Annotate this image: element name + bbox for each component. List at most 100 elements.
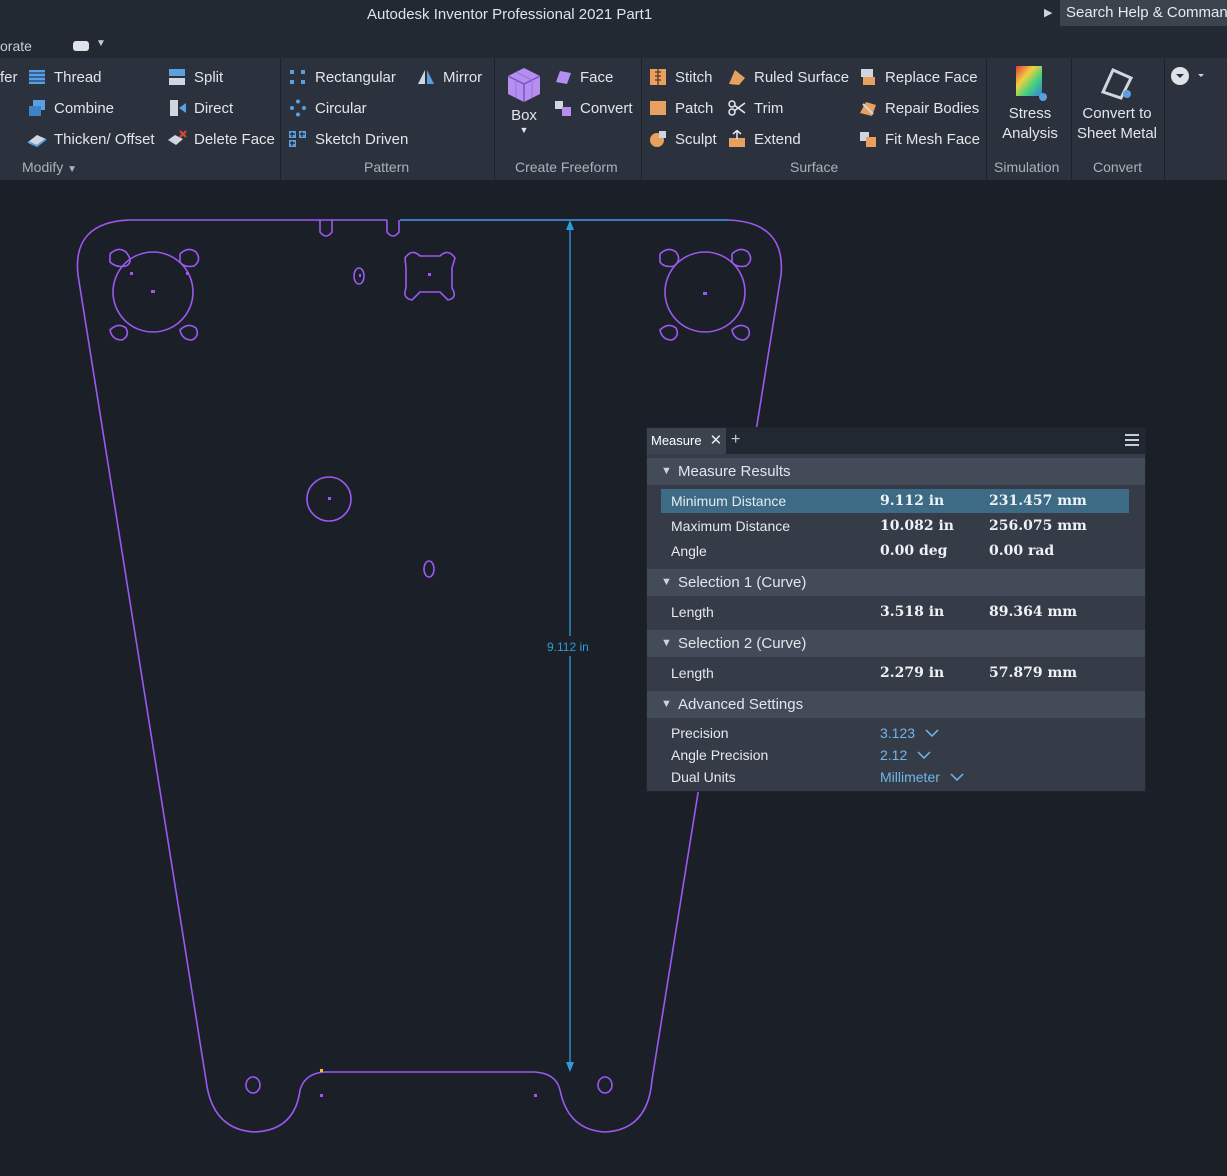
row-label: Length [671, 665, 714, 681]
convert-label-line2: Sheet Metal [1076, 125, 1158, 142]
convert-to-sheet-metal-button[interactable]: Convert to Sheet Metal [1076, 64, 1158, 144]
precision-dropdown[interactable]: 3.123 [880, 722, 939, 744]
maximum-distance-row[interactable]: Maximum Distance 10.082 in 256.075 mm [661, 514, 1129, 538]
fit-mesh-face-label: Fit Mesh Face [885, 130, 981, 148]
face-label: Face [580, 68, 614, 86]
chevron-down-icon [917, 751, 931, 759]
sketch-driven-pattern-icon [289, 131, 306, 147]
measure-results-section[interactable]: ▼ Measure Results [647, 458, 1145, 485]
value-mm: 89.364 mm [989, 604, 1078, 620]
sculpt-icon [650, 131, 666, 147]
mirror-button[interactable]: Mirror [416, 66, 482, 88]
selection-1-section[interactable]: ▼ Selection 1 (Curve) [647, 569, 1145, 596]
tab-measure[interactable]: Measure ✕ [647, 428, 727, 454]
minimum-distance-row[interactable]: Minimum Distance 9.112 in 231.457 mm [661, 489, 1129, 513]
trim-button[interactable]: Trim [727, 97, 783, 119]
box-icon [507, 68, 541, 102]
rectangular-pattern-button[interactable]: Rectangular [288, 66, 396, 88]
row-label: Angle Precision [671, 747, 769, 763]
thicken-icon [27, 135, 47, 148]
circular-label: Circular [315, 99, 367, 117]
collapse-triangle-icon: ▼ [661, 465, 672, 477]
advanced-settings-section[interactable]: ▼ Advanced Settings [647, 691, 1145, 718]
convert-icon [555, 101, 571, 116]
value-inches: 9.112 in [880, 493, 945, 509]
selection-2-length-row[interactable]: Length 2.279 in 57.879 mm [661, 661, 1129, 685]
dual-units-dropdown[interactable]: Millimeter [880, 766, 964, 788]
section-title: Selection 2 (Curve) [678, 635, 807, 652]
thicken-label: Thicken/ Offset [54, 130, 155, 148]
row-label: Maximum Distance [671, 518, 791, 534]
convert-label-line1: Convert to [1082, 105, 1152, 122]
chevron-down-icon[interactable]: ▼ [96, 38, 106, 49]
dimension-arrow-bottom [566, 1062, 574, 1072]
stitch-label: Stitch [675, 68, 713, 86]
measure-panel: Measure ✕ + ▼ Measure Results Minimum Di… [646, 427, 1146, 792]
direct-button[interactable]: Direct [167, 97, 233, 119]
split-label: Split [194, 68, 224, 86]
measure-tab-bar: Measure ✕ + [647, 428, 1145, 454]
section-title: Advanced Settings [678, 696, 804, 713]
dimension-label: 9.112 in [547, 640, 589, 654]
replace-face-label: Replace Face [885, 68, 978, 86]
ribbon-options-button[interactable] [1170, 66, 1210, 91]
thicken-offset-button[interactable]: Thicken/ Offset [27, 128, 155, 150]
selection-1-length-row[interactable]: Length 3.518 in 89.364 mm [661, 600, 1129, 624]
stitch-button[interactable]: Stitch [648, 66, 713, 88]
box-button[interactable]: Box ▼ [502, 64, 546, 135]
thread-label: Thread [54, 68, 102, 86]
stitch-icon [650, 69, 666, 85]
patch-button[interactable]: Patch [648, 97, 713, 119]
hamburger-menu-icon[interactable] [1125, 434, 1139, 449]
cloud-icon[interactable] [73, 41, 89, 51]
mirror-label: Mirror [443, 68, 483, 86]
ribbon-tab-row: orate ▼ [0, 30, 1227, 58]
delete-face-button[interactable]: Delete Face [167, 128, 275, 150]
box-label: Box [511, 107, 537, 124]
stress-analysis-icon [1016, 66, 1047, 101]
ruled-surface-button[interactable]: Ruled Surface [727, 66, 849, 88]
ribbon: fer Thread Combine Thicken/ Offset Split… [0, 58, 1227, 181]
thread-button[interactable]: Thread [27, 66, 102, 88]
convert-freeform-button[interactable]: Convert [553, 97, 633, 119]
delete-face-label: Delete Face [194, 130, 275, 148]
trim-label: Trim [754, 99, 784, 117]
angle-precision-dropdown[interactable]: 2.12 [880, 744, 931, 766]
extend-button[interactable]: Extend [727, 128, 801, 150]
convert-panel-label: Convert [1093, 159, 1143, 175]
modify-panel-label[interactable]: Modify ▼ [22, 159, 77, 175]
close-icon[interactable]: ✕ [710, 428, 723, 454]
combine-button[interactable]: Combine [27, 97, 114, 119]
search-input[interactable]: Search Help & Commands... [1060, 0, 1227, 26]
tab-collaborate[interactable]: orate [0, 38, 32, 54]
stress-analysis-button[interactable]: Stress Analysis [994, 64, 1066, 144]
sketch-points [130, 272, 707, 1097]
rectangular-label: Rectangular [315, 68, 396, 86]
value-inches: 10.082 in [880, 518, 954, 534]
sketch-driven-label: Sketch Driven [315, 130, 409, 148]
fit-mesh-face-button[interactable]: Fit Mesh Face [858, 128, 980, 150]
sculpt-button[interactable]: Sculpt [648, 128, 717, 150]
stress-label-line2: Analysis [1002, 125, 1058, 142]
selection-2-section[interactable]: ▼ Selection 2 (Curve) [647, 630, 1145, 657]
sketch-driven-pattern-button[interactable]: Sketch Driven [288, 128, 408, 150]
partial-label: fer [0, 68, 18, 86]
repair-bodies-button[interactable]: Repair Bodies [858, 97, 979, 119]
replace-face-button[interactable]: Replace Face [858, 66, 978, 88]
circular-pattern-button[interactable]: Circular [288, 97, 367, 119]
mirror-icon [418, 70, 434, 84]
split-button[interactable]: Split [167, 66, 223, 88]
delete-face-icon [168, 130, 187, 145]
section-title: Selection 1 (Curve) [678, 574, 807, 591]
add-tab-icon[interactable]: + [731, 431, 740, 449]
face-button[interactable]: Face [553, 66, 613, 88]
chevron-down-icon [950, 773, 964, 781]
search-expand-icon[interactable]: ▶ [1044, 6, 1052, 19]
precision-row: Precision 3.123 [661, 722, 1129, 744]
angle-row[interactable]: Angle 0.00 deg 0.00 rad [661, 539, 1129, 563]
dropdown-circle-icon [1171, 67, 1204, 85]
combine-label: Combine [54, 99, 115, 117]
partial-button[interactable]: fer [0, 66, 18, 88]
fit-mesh-face-icon [860, 132, 876, 147]
extend-label: Extend [754, 130, 801, 148]
